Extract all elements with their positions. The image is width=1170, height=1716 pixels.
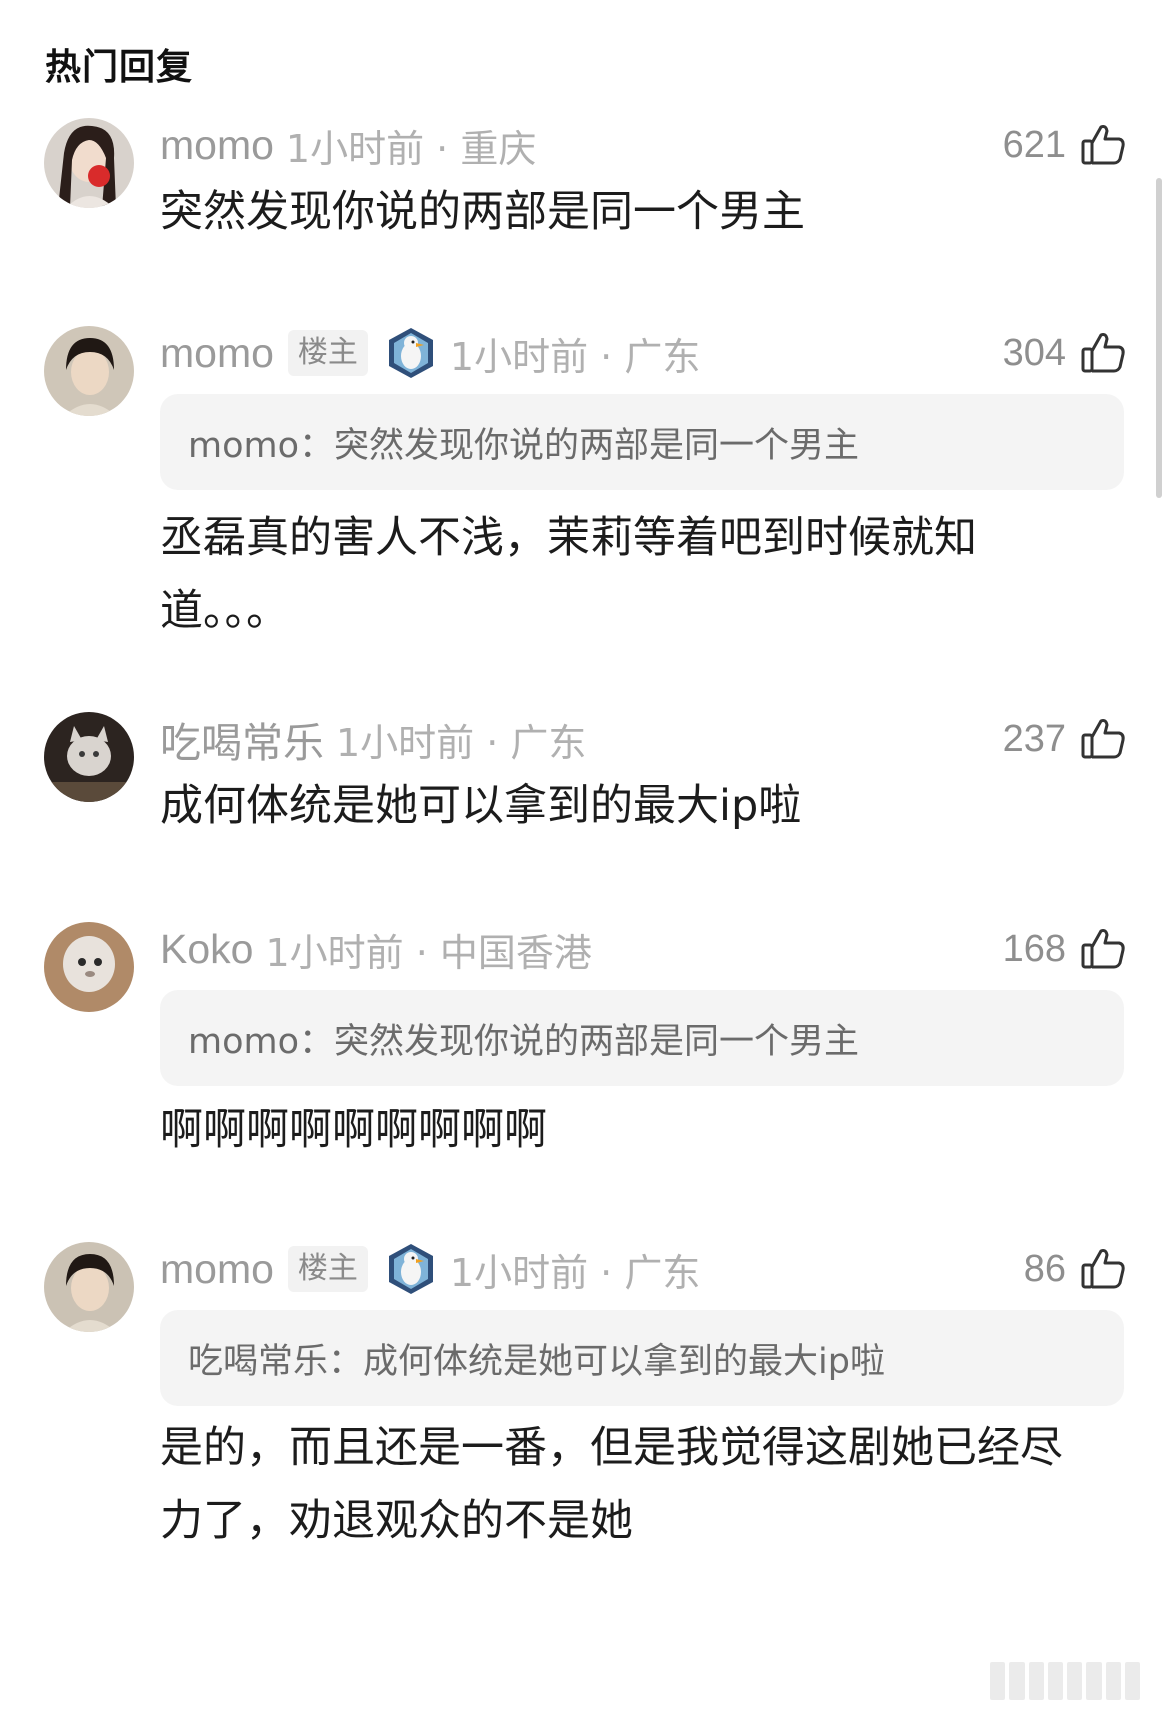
comment-body: 成何体统是她可以拿到的最大ip啦 xyxy=(160,781,802,831)
avatar[interactable] xyxy=(44,1242,134,1332)
hot-replies-page: 热门回复 momo 1小时前 · 重庆 621 突然发现你说的两部是同一个男主 … xyxy=(0,0,1170,1716)
quote-text: 突然发现你说的两部是同一个男主 xyxy=(334,425,860,466)
like-button[interactable]: 86 xyxy=(1024,1244,1126,1294)
username[interactable]: Koko xyxy=(160,926,253,973)
time-location: 1小时前 · 广东 xyxy=(449,1250,701,1295)
time-location: 1小时前 · 重庆 xyxy=(285,126,537,171)
quote-author: 吃喝常乐： xyxy=(188,1341,364,1382)
like-count: 86 xyxy=(1023,1247,1066,1290)
watermark xyxy=(990,1662,1140,1700)
like-count: 621 xyxy=(1002,123,1066,166)
username[interactable]: momo xyxy=(160,1246,274,1293)
op-badge: 楼主 xyxy=(287,330,368,376)
quoted-reply[interactable]: momo： 突然发现你说的两部是同一个男主 xyxy=(160,394,1124,490)
section-title: 热门回复 xyxy=(45,47,194,88)
avatar[interactable] xyxy=(44,118,134,208)
thumbs-up-icon[interactable] xyxy=(1080,716,1126,762)
comment-body: 突然发现你说的两部是同一个男主 xyxy=(160,187,805,237)
thumbs-up-icon[interactable] xyxy=(1080,330,1126,376)
quote-text: 成何体统是她可以拿到的最大ip啦 xyxy=(363,1341,885,1382)
username[interactable]: momo xyxy=(160,330,274,377)
comment-meta: momo 楼主 1小时前 · 广东 304 xyxy=(160,326,1126,380)
like-button[interactable]: 168 xyxy=(1003,924,1126,974)
avatar[interactable] xyxy=(44,326,134,416)
quoted-reply[interactable]: momo： 突然发现你说的两部是同一个男主 xyxy=(160,990,1124,1086)
penguin-medal-icon[interactable] xyxy=(384,1242,438,1296)
comment-meta: momo 1小时前 · 重庆 621 xyxy=(160,120,1126,171)
scrollbar[interactable] xyxy=(1156,178,1162,498)
like-button[interactable]: 304 xyxy=(1003,328,1126,378)
time-location: 1小时前 · 广东 xyxy=(449,334,701,379)
time-location: 1小时前 · 广东 xyxy=(336,720,587,765)
comment-meta: Koko 1小时前 · 中国香港 168 xyxy=(160,924,1126,975)
op-badge: 楼主 xyxy=(287,1246,368,1292)
comment-body: 丞磊真的害人不浅，茉莉等着吧到时候就知道。。。 xyxy=(160,513,977,636)
quote-text: 突然发现你说的两部是同一个男主 xyxy=(334,1021,860,1062)
like-button[interactable]: 237 xyxy=(1003,714,1126,764)
like-count: 168 xyxy=(1002,927,1066,970)
like-button[interactable]: 621 xyxy=(1003,120,1126,170)
comment-body: 啊啊啊啊啊啊啊啊啊 xyxy=(160,1105,547,1155)
penguin-medal-icon[interactable] xyxy=(384,326,438,380)
avatar[interactable] xyxy=(44,712,134,802)
thumbs-up-icon[interactable] xyxy=(1080,926,1126,972)
comment-meta: momo 楼主 1小时前 · 广东 86 xyxy=(160,1242,1126,1296)
comment-meta: 吃喝常乐 1小时前 · 广东 237 xyxy=(160,714,1126,766)
quote-author: momo： xyxy=(188,425,335,466)
quote-author: momo： xyxy=(188,1021,335,1062)
quoted-reply[interactable]: 吃喝常乐： 成何体统是她可以拿到的最大ip啦 xyxy=(160,1310,1124,1406)
comment-body: 是的，而且还是一番，但是我觉得这剧她已经尽力了，劝退观众的不是她 xyxy=(160,1423,1063,1546)
username[interactable]: momo xyxy=(160,122,274,169)
time-location: 1小时前 · 中国香港 xyxy=(265,930,592,975)
avatar[interactable] xyxy=(44,922,134,1012)
thumbs-up-icon[interactable] xyxy=(1080,1246,1126,1292)
like-count: 237 xyxy=(1002,717,1066,760)
like-count: 304 xyxy=(1002,331,1066,374)
username[interactable]: 吃喝常乐 xyxy=(160,709,324,769)
thumbs-up-icon[interactable] xyxy=(1080,122,1126,168)
